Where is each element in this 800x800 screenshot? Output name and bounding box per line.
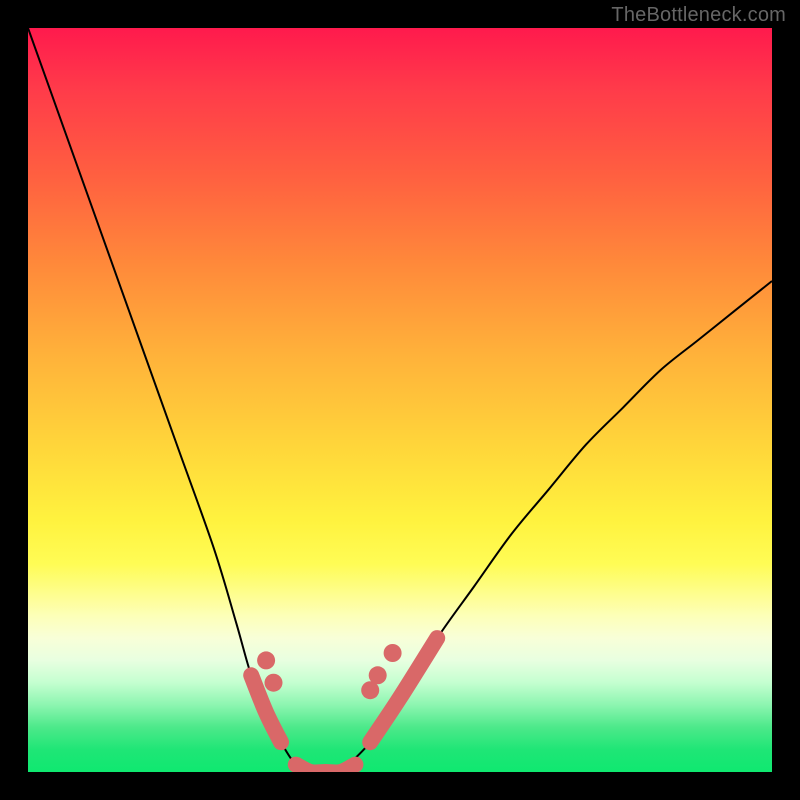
left-dot-upper	[257, 651, 275, 669]
marker-bottom-u	[296, 765, 356, 772]
left-dot-lower	[265, 674, 283, 692]
watermark-text: TheBottleneck.com	[611, 4, 786, 27]
marker-right-segment	[370, 638, 437, 742]
chart-frame: TheBottleneck.com	[0, 0, 800, 800]
right-dot-3	[384, 644, 402, 662]
marker-dots	[257, 644, 402, 699]
right-dot-2	[369, 666, 387, 684]
chart-svg	[28, 28, 772, 772]
plot-area	[28, 28, 772, 772]
